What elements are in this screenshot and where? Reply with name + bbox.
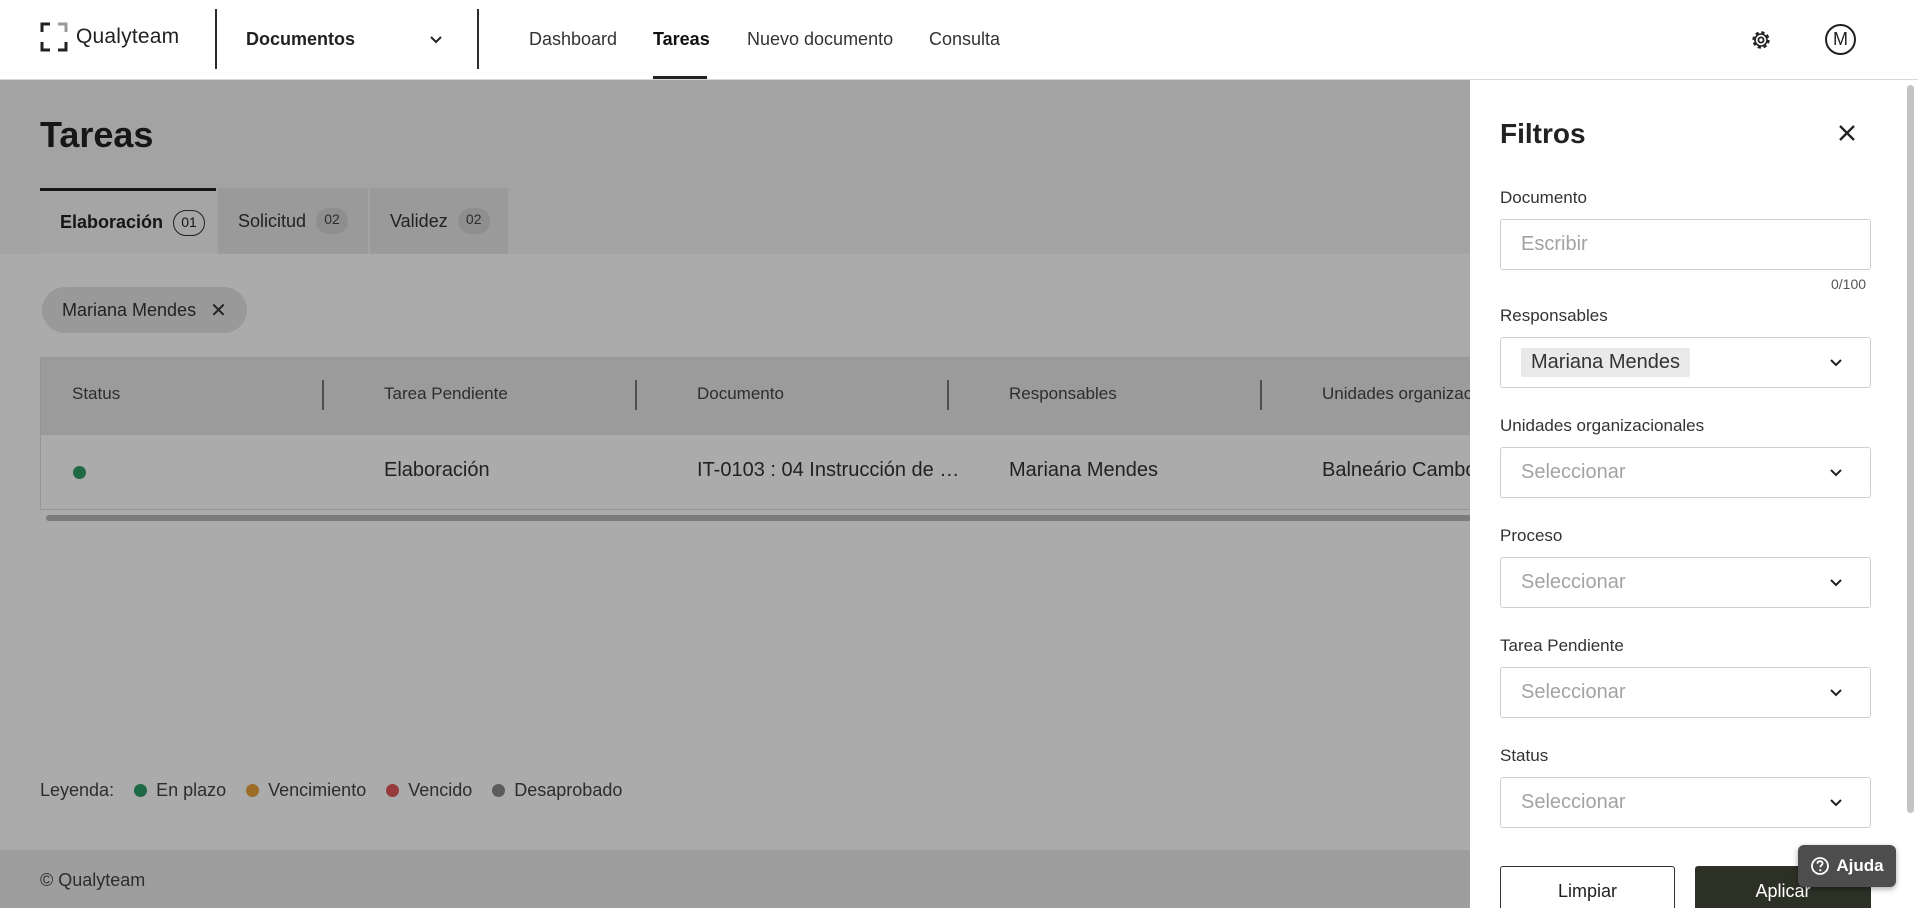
chevron-down-icon bbox=[1830, 689, 1842, 697]
status-select[interactable]: Seleccionar bbox=[1500, 777, 1871, 828]
nav-consulta[interactable]: Consulta bbox=[929, 29, 1000, 50]
question-circle-icon bbox=[1811, 857, 1830, 875]
tarea-pendiente-placeholder: Seleccionar bbox=[1521, 681, 1626, 703]
top-header: Qualyteam Documentos Dashboard Tareas Nu… bbox=[0, 0, 1918, 80]
unidades-label: Unidades organizacionales bbox=[1500, 416, 1705, 435]
active-nav-indicator bbox=[653, 76, 707, 79]
tarea-pendiente-select[interactable]: Seleccionar bbox=[1500, 667, 1871, 718]
unidades-placeholder: Seleccionar bbox=[1521, 461, 1626, 483]
proceso-label: Proceso bbox=[1500, 526, 1563, 545]
modal-backdrop[interactable] bbox=[0, 80, 1470, 908]
responsables-label: Responsables bbox=[1500, 306, 1608, 325]
chevron-down-icon[interactable] bbox=[427, 31, 445, 49]
responsables-select[interactable]: Mariana Mendes bbox=[1500, 337, 1871, 388]
status-label: Status bbox=[1500, 746, 1549, 765]
filters-panel: Filtros Documento Escribir 0/100 Respons… bbox=[1470, 80, 1918, 908]
logo[interactable]: Qualyteam bbox=[40, 22, 179, 52]
chevron-down-icon bbox=[1830, 579, 1842, 587]
selected-responsable-chip[interactable]: Mariana Mendes bbox=[1521, 348, 1690, 377]
unidades-select[interactable]: Seleccionar bbox=[1500, 447, 1871, 498]
qualyteam-logo-icon bbox=[40, 22, 68, 52]
proceso-select[interactable]: Seleccionar bbox=[1500, 557, 1871, 608]
nav-tareas[interactable]: Tareas bbox=[653, 29, 710, 50]
tarea-pendiente-label: Tarea Pendiente bbox=[1500, 636, 1624, 655]
character-counter: 0/100 bbox=[1831, 276, 1867, 292]
filters-title: Filtros bbox=[1500, 118, 1586, 149]
avatar[interactable]: M bbox=[1825, 24, 1856, 55]
close-icon[interactable] bbox=[1836, 122, 1858, 144]
documento-label: Documento bbox=[1500, 188, 1587, 207]
documento-input[interactable]: Escribir bbox=[1500, 219, 1871, 270]
help-button[interactable]: Ajuda bbox=[1798, 845, 1896, 887]
chevron-down-icon bbox=[1830, 469, 1842, 477]
help-label: Ajuda bbox=[1836, 856, 1884, 875]
header-divider bbox=[477, 9, 479, 69]
nav-dashboard[interactable]: Dashboard bbox=[529, 29, 617, 50]
module-selector-label[interactable]: Documentos bbox=[246, 29, 355, 50]
limpiar-button[interactable]: Limpiar bbox=[1500, 866, 1675, 908]
chevron-down-icon bbox=[1830, 359, 1842, 367]
gear-icon[interactable] bbox=[1748, 27, 1774, 53]
header-divider bbox=[215, 9, 217, 69]
logo-text: Qualyteam bbox=[76, 25, 180, 48]
chevron-down-icon bbox=[1830, 799, 1842, 807]
panel-scrollbar[interactable] bbox=[1907, 85, 1914, 813]
proceso-placeholder: Seleccionar bbox=[1521, 571, 1626, 593]
nav-nuevo-documento[interactable]: Nuevo documento bbox=[747, 29, 893, 50]
status-placeholder: Seleccionar bbox=[1521, 791, 1626, 813]
documento-placeholder: Escribir bbox=[1521, 233, 1588, 255]
